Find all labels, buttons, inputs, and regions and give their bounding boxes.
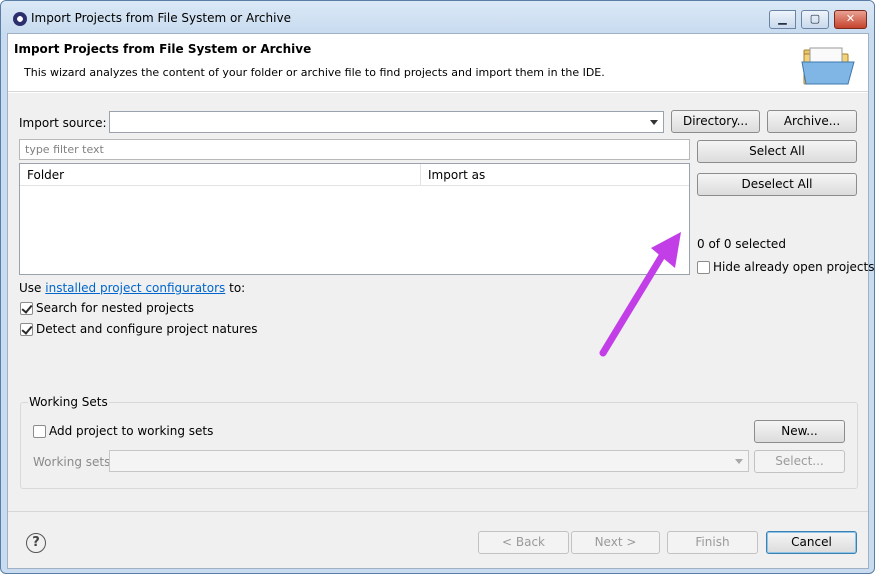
- configurators-prefix: Use: [19, 281, 42, 295]
- close-button[interactable]: ✕: [834, 10, 867, 29]
- new-working-set-button[interactable]: New...: [754, 420, 845, 443]
- configurators-suffix: to:: [229, 281, 246, 295]
- projects-table[interactable]: Folder Import as: [19, 163, 690, 275]
- close-icon: ✕: [845, 12, 856, 25]
- column-header-folder[interactable]: Folder: [20, 164, 420, 186]
- search-nested-checkbox[interactable]: [20, 302, 33, 315]
- dialog-content: Import Projects from File System or Arch…: [7, 33, 874, 569]
- annotation-arrow-icon: [599, 232, 681, 357]
- wizard-title: Import Projects from File System or Arch…: [14, 42, 312, 56]
- select-all-button[interactable]: Select All: [697, 140, 857, 163]
- detect-natures-checkbox[interactable]: [20, 323, 33, 336]
- working-sets-combo[interactable]: [109, 450, 749, 472]
- directory-button[interactable]: Directory...: [671, 110, 760, 133]
- wizard-footer: ? < Back Next > Finish Cancel: [8, 511, 868, 568]
- archive-button[interactable]: Archive...: [767, 110, 857, 133]
- minimize-button[interactable]: ▁: [769, 10, 796, 29]
- dialog-window: Import Projects from File System or Arch…: [0, 0, 875, 574]
- add-to-working-sets-checkbox[interactable]: [33, 425, 46, 438]
- minimize-icon: ▁: [778, 12, 787, 25]
- open-folder-icon: [801, 47, 855, 85]
- deselect-all-button[interactable]: Deselect All: [697, 173, 857, 196]
- hide-open-projects-checkbox[interactable]: [697, 261, 710, 274]
- next-button[interactable]: Next >: [571, 531, 660, 554]
- configurators-text: Use installed project configurators to:: [19, 281, 245, 295]
- working-sets-group: [20, 402, 858, 489]
- maximize-icon: ▢: [809, 12, 821, 25]
- title-bar[interactable]: Import Projects from File System or Arch…: [1, 1, 874, 35]
- eclipse-icon: [13, 12, 27, 26]
- search-nested-label: Search for nested projects: [36, 301, 195, 315]
- dropdown-arrow-icon: [735, 459, 743, 464]
- detect-natures-label: Detect and configure project natures: [36, 322, 258, 336]
- window-title: Import Projects from File System or Arch…: [31, 11, 291, 25]
- import-source-label: Import source:: [19, 116, 107, 130]
- finish-button[interactable]: Finish: [667, 531, 758, 554]
- add-to-working-sets-label: Add project to working sets: [49, 424, 214, 438]
- column-header-import-as[interactable]: Import as: [420, 164, 689, 186]
- back-button[interactable]: < Back: [478, 531, 569, 554]
- filter-input[interactable]: type filter text: [19, 139, 690, 160]
- hide-open-projects-label: Hide already open projects: [713, 260, 875, 274]
- selected-count: 0 of 0 selected: [697, 237, 786, 251]
- cancel-button[interactable]: Cancel: [766, 531, 857, 554]
- maximize-button[interactable]: ▢: [801, 10, 829, 29]
- dropdown-arrow-icon: [650, 120, 658, 125]
- wizard-description: This wizard analyzes the content of your…: [24, 66, 605, 79]
- working-sets-title: Working Sets: [28, 395, 109, 409]
- select-working-sets-button[interactable]: Select...: [754, 450, 845, 473]
- wizard-body: Import source: Directory... Archive... t…: [8, 93, 874, 511]
- wizard-header: Import Projects from File System or Arch…: [8, 34, 868, 92]
- help-icon[interactable]: ?: [26, 533, 46, 553]
- import-source-combo[interactable]: [109, 111, 664, 133]
- working-sets-label: Working sets:: [33, 455, 115, 469]
- configurators-link[interactable]: installed project configurators: [45, 281, 225, 295]
